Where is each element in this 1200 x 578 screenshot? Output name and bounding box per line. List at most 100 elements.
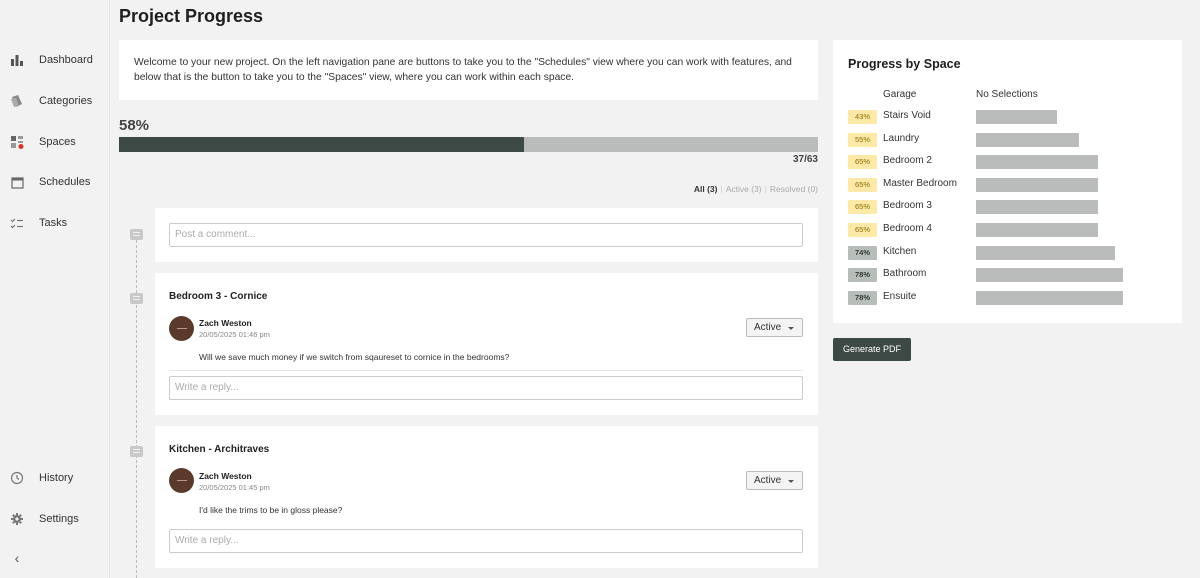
space-name: Bedroom 3 xyxy=(883,200,932,212)
space-progress-bar xyxy=(976,268,1123,283)
space-percent-badge: 65% xyxy=(848,200,877,215)
sidebar-item-tasks[interactable]: Tasks xyxy=(0,211,110,235)
column-header-status: No Selections xyxy=(976,89,1038,100)
space-name: Ensuite xyxy=(883,290,917,302)
sidebar-item-history[interactable]: History xyxy=(0,466,110,490)
space-progress-bar xyxy=(976,290,1123,305)
progress-by-space-panel: Progress by Space Garage No Selections 4… xyxy=(833,40,1182,323)
space-name: Bedroom 4 xyxy=(883,223,932,234)
sidebar-item-settings[interactable]: Settings xyxy=(0,507,110,531)
space-row[interactable]: 74% Kitchen xyxy=(833,244,1182,262)
column-header-space: Garage xyxy=(883,89,917,100)
calendar-icon xyxy=(9,174,25,190)
space-percent-badge: 65% xyxy=(848,177,877,192)
space-row[interactable]: 78% Bathroom xyxy=(833,266,1182,284)
comment-timeline xyxy=(136,240,137,578)
space-row[interactable]: 65% Bedroom 2 xyxy=(833,153,1182,171)
grid-icon xyxy=(9,134,25,150)
space-percent-badge: 74% xyxy=(848,245,877,260)
sidebar-item-label: Settings xyxy=(39,513,79,525)
space-percent-badge: 78% xyxy=(848,268,877,283)
space-row[interactable]: 65% Bedroom 4 xyxy=(833,221,1182,239)
comment-author: Zach Weston xyxy=(199,471,252,481)
new-comment-card: Post a comment... xyxy=(155,208,818,262)
space-percent-badge: 78% xyxy=(848,290,877,305)
reply-input[interactable]: Write a reply... xyxy=(169,529,803,553)
scrollbar[interactable] xyxy=(1193,0,1200,578)
space-progress-bar xyxy=(976,200,1098,215)
status-dropdown[interactable]: Active xyxy=(746,471,803,490)
sidebar-item-label: Categories xyxy=(39,95,93,107)
space-name: Stairs Void xyxy=(883,110,931,121)
gear-icon xyxy=(9,511,25,527)
generate-pdf-button[interactable]: Generate PDF xyxy=(833,338,911,361)
comment-filters: All (3) | Active (3) | Resolved (0) xyxy=(600,184,818,194)
caret-down-icon xyxy=(788,327,794,330)
reply-input[interactable]: Write a reply... xyxy=(169,376,803,400)
space-name: Laundry xyxy=(883,132,920,144)
filter-separator: | xyxy=(720,184,723,194)
space-row[interactable]: 65% Master Bedroom xyxy=(833,176,1182,194)
filter-active[interactable]: Active (3) xyxy=(726,184,762,194)
status-dropdown[interactable]: Active xyxy=(746,318,803,337)
comment-date: 20/05/2025 01:46 pm xyxy=(199,330,270,339)
filter-all[interactable]: All (3) xyxy=(694,184,718,194)
filter-resolved[interactable]: Resolved (0) xyxy=(770,184,818,194)
space-progress-bar xyxy=(976,245,1115,260)
space-progress-bar xyxy=(976,155,1098,170)
history-icon xyxy=(9,470,25,486)
space-row[interactable]: 55% Laundry xyxy=(833,131,1182,149)
sidebar: Dashboard Categories Spaces Schedules Ta… xyxy=(0,0,110,578)
progress-bar-fill xyxy=(119,137,525,152)
space-percent-badge: 65% xyxy=(848,223,877,237)
space-row[interactable]: 43% Stairs Void xyxy=(833,108,1182,126)
checklist-icon xyxy=(9,215,25,231)
sidebar-item-label: Dashboard xyxy=(39,54,93,66)
divider xyxy=(169,370,803,371)
space-name: Bathroom xyxy=(883,268,927,280)
comment-message: I'd like the trims to be in gloss please… xyxy=(199,505,343,515)
sidebar-item-label: History xyxy=(39,472,74,484)
space-progress-bar xyxy=(976,223,1098,237)
comment-bubble-icon xyxy=(130,229,143,240)
status-label: Active xyxy=(754,475,782,486)
space-row[interactable]: 78% Ensuite xyxy=(833,289,1182,307)
space-percent-badge: 65% xyxy=(848,155,877,170)
status-label: Active xyxy=(754,322,782,333)
panel-title: Progress by Space xyxy=(848,57,961,71)
chevron-left-icon[interactable]: ‹ xyxy=(9,550,25,566)
sidebar-item-schedules[interactable]: Schedules xyxy=(0,170,110,194)
sidebar-item-categories[interactable]: Categories xyxy=(0,89,110,113)
thread-title: Bedroom 3 - Cornice xyxy=(169,291,268,302)
space-progress-bar xyxy=(976,177,1098,192)
sidebar-item-label: Spaces xyxy=(39,136,76,148)
space-name: Kitchen xyxy=(883,245,917,257)
space-progress-bar xyxy=(976,132,1079,147)
comment-author: Zach Weston xyxy=(199,318,252,328)
comment-bubble-icon xyxy=(130,293,143,304)
avatar xyxy=(169,468,194,493)
progress-percent: 58% xyxy=(119,117,150,134)
post-comment-input[interactable]: Post a comment... xyxy=(169,223,803,247)
project-progress-bar xyxy=(119,137,818,152)
welcome-message: Welcome to your new project. On the left… xyxy=(119,40,818,100)
page-title: Project Progress xyxy=(119,6,264,26)
space-row[interactable]: 65% Bedroom 3 xyxy=(833,198,1182,216)
filter-separator: | xyxy=(764,184,767,194)
thread-title: Kitchen - Architraves xyxy=(169,444,270,455)
comment-bubble-icon xyxy=(130,446,143,457)
avatar xyxy=(169,316,194,341)
comment-thread: Bedroom 3 - Cornice Zach Weston 20/05/20… xyxy=(155,273,818,415)
comment-message: Will we save much money if we switch fro… xyxy=(199,352,510,362)
space-name: Master Bedroom xyxy=(883,177,957,189)
caret-down-icon xyxy=(788,480,794,483)
space-name: Bedroom 2 xyxy=(883,155,932,167)
sidebar-item-spaces[interactable]: Spaces xyxy=(0,130,110,154)
comment-date: 20/05/2025 01:45 pm xyxy=(199,483,270,492)
sidebar-item-label: Tasks xyxy=(39,217,68,229)
space-percent-badge: 43% xyxy=(848,110,877,124)
space-progress-bar xyxy=(976,110,1057,124)
tags-icon xyxy=(9,93,25,109)
space-percent-badge: 55% xyxy=(848,132,877,147)
sidebar-item-dashboard[interactable]: Dashboard xyxy=(0,48,110,72)
